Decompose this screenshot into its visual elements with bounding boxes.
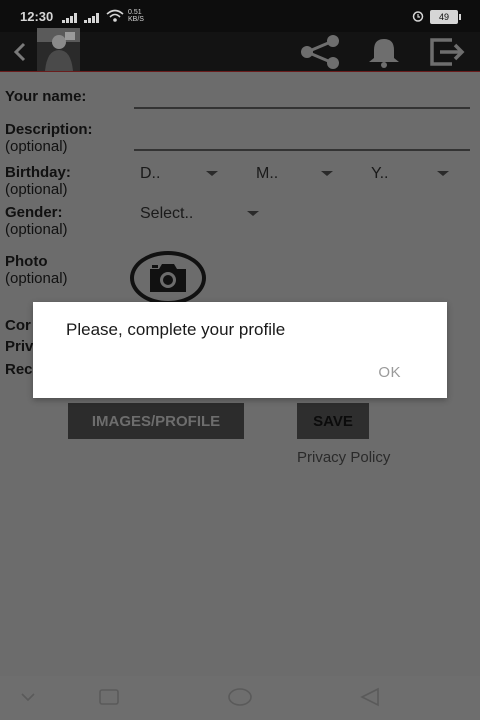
- status-time: 12:30: [20, 9, 54, 24]
- gender-label: Gender: (optional): [5, 204, 68, 238]
- partial-row-3: Rec: [5, 361, 33, 378]
- notifications-button[interactable]: [362, 32, 406, 71]
- dialog-message: Please, complete your profile: [66, 320, 286, 339]
- year-chevron-down-icon: [437, 171, 449, 176]
- back-triangle-icon: [360, 687, 379, 707]
- back-arrow-icon: [13, 42, 26, 61]
- signal-icon: [62, 11, 86, 23]
- back-button[interactable]: [6, 32, 34, 71]
- save-button[interactable]: SAVE: [297, 403, 369, 439]
- description-input[interactable]: [134, 148, 470, 151]
- logout-icon: [430, 37, 465, 66]
- alarm-icon: [412, 10, 424, 25]
- gender-chevron-down-icon: [247, 211, 259, 216]
- battery-icon: 49: [430, 10, 461, 24]
- day-select[interactable]: D..: [140, 165, 160, 183]
- camera-icon: [150, 264, 186, 292]
- name-input[interactable]: [134, 106, 470, 109]
- chevron-down-icon: [21, 693, 35, 702]
- share-icon: [301, 34, 339, 69]
- description-label: Description: (optional): [5, 121, 93, 155]
- wifi-icon: [106, 9, 124, 26]
- system-nav-bar: [0, 676, 480, 720]
- nav-back-button[interactable]: [355, 684, 385, 710]
- bell-icon: [369, 38, 399, 68]
- share-button[interactable]: [296, 32, 344, 71]
- nav-home-button[interactable]: [225, 684, 255, 710]
- logout-button[interactable]: [424, 32, 472, 71]
- day-chevron-down-icon: [206, 171, 218, 176]
- app-bar: [0, 28, 480, 72]
- alert-dialog: Please, complete your profile OK: [33, 302, 447, 398]
- nav-hide-button[interactable]: [13, 684, 43, 710]
- images-profile-button[interactable]: IMAGES/PROFILE: [68, 403, 244, 439]
- partial-row-1: Cor: [5, 317, 31, 334]
- year-select[interactable]: Y..: [371, 165, 389, 183]
- gender-select[interactable]: Select..: [140, 205, 193, 223]
- photo-label: Photo (optional): [5, 253, 68, 287]
- signal-icon-2: [84, 11, 108, 23]
- name-label: Your name:: [5, 88, 87, 105]
- recents-icon: [99, 689, 119, 705]
- privacy-policy-link[interactable]: Privacy Policy: [297, 449, 390, 466]
- home-icon: [228, 688, 252, 706]
- ok-button[interactable]: OK: [378, 364, 401, 381]
- month-select[interactable]: M..: [256, 165, 278, 183]
- month-chevron-down-icon: [321, 171, 333, 176]
- photo-button[interactable]: [130, 251, 206, 305]
- nav-recents-button[interactable]: [94, 684, 124, 710]
- avatar[interactable]: [37, 28, 80, 71]
- partial-row-2: Priv: [5, 338, 34, 355]
- net-speed: 0.51 KB/S: [128, 9, 144, 23]
- birthday-label: Birthday: (optional): [5, 164, 71, 198]
